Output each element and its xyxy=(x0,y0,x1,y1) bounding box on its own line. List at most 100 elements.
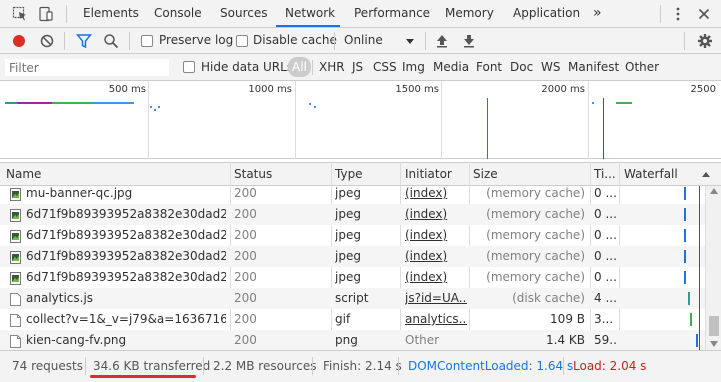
waterfall-load-line xyxy=(699,225,700,246)
tab-network[interactable]: Network xyxy=(285,0,335,27)
filter-type-js[interactable]: JS xyxy=(352,60,363,74)
column-header-initiator[interactable]: Initiator xyxy=(405,163,452,186)
request-status: 200 xyxy=(234,228,257,242)
overview-tick: 1500 ms xyxy=(395,84,439,95)
request-size: (memory cache) xyxy=(486,207,585,221)
request-status: 200 xyxy=(234,291,257,305)
disable-cache-label[interactable]: Disable cache xyxy=(253,33,337,47)
image-file-icon xyxy=(10,250,21,264)
close-icon[interactable] xyxy=(696,6,712,22)
clear-icon[interactable] xyxy=(39,33,55,49)
scroll-up-icon[interactable] xyxy=(710,188,718,194)
column-header-name[interactable]: Name xyxy=(6,163,41,186)
waterfall-load-line xyxy=(699,246,700,267)
filter-type-img[interactable]: Img xyxy=(402,60,425,74)
filter-type-css[interactable]: CSS xyxy=(373,60,397,74)
filter-type-doc[interactable]: Doc xyxy=(510,60,533,74)
status-divider xyxy=(85,357,86,375)
hide-data-urls-checkbox[interactable] xyxy=(183,61,195,73)
overview-bar xyxy=(592,102,594,104)
request-initiator: Other xyxy=(405,333,440,347)
sort-ascending-icon[interactable] xyxy=(701,170,711,180)
request-row[interactable]: 6d71f9b89393952a8382e30dad26c... 200 jpeg (… xyxy=(0,246,705,267)
resources-size: 2.2 MB resources xyxy=(213,359,317,373)
column-header-time[interactable]: Ti... xyxy=(594,163,616,186)
filter-type-media[interactable]: Media xyxy=(433,60,469,74)
disable-cache-checkbox[interactable] xyxy=(236,35,248,47)
filter-type-ws[interactable]: WS xyxy=(541,60,560,74)
record-icon[interactable] xyxy=(11,33,27,49)
filter-type-font[interactable]: Font xyxy=(476,60,502,74)
request-row[interactable]: 6d71f9b89393952a8382e30dad26c... 200 jpeg (… xyxy=(0,267,705,288)
tab-application[interactable]: Application xyxy=(513,0,580,27)
request-status: 200 xyxy=(234,312,257,326)
request-row[interactable]: kien-cang-fv.png 200 png Other 1.4 KB 59... xyxy=(0,330,705,350)
scrollbar-thumb[interactable] xyxy=(709,316,719,336)
filter-icon[interactable] xyxy=(76,33,92,49)
request-name: kien-cang-fv.png xyxy=(26,333,127,347)
filter-type-xhr[interactable]: XHR xyxy=(319,60,345,74)
hide-data-urls-label[interactable]: Hide data URLs xyxy=(201,60,293,74)
toolbar-divider xyxy=(64,32,65,50)
request-initiator[interactable]: (index) xyxy=(405,267,467,288)
request-initiator[interactable]: (index) xyxy=(405,246,467,267)
import-har-icon[interactable] xyxy=(434,33,450,49)
filter-bar: Hide data URLs All XHR JS CSS Img Media … xyxy=(0,54,721,81)
more-tabs-button[interactable]: » xyxy=(593,0,602,27)
gear-icon[interactable] xyxy=(697,33,713,49)
throttling-select[interactable]: Online xyxy=(344,33,383,47)
request-name: collect?v=1&_v=j79&a=163671698... xyxy=(26,312,226,326)
load-time: Load: 2.04 s xyxy=(573,359,647,373)
column-header-type[interactable]: Type xyxy=(335,163,363,186)
request-time: 0 ... xyxy=(594,249,617,263)
filter-type-other[interactable]: Other xyxy=(625,60,659,74)
waterfall-bar xyxy=(684,208,686,221)
export-har-icon[interactable] xyxy=(461,33,477,49)
request-row[interactable]: mu-banner-qc.jpg 200 jpeg (index) (memory ca… xyxy=(0,186,705,204)
request-time: 3... xyxy=(594,312,614,326)
request-table-header: Name Status Type Initiator Size Ti... Wa… xyxy=(0,162,721,186)
request-row[interactable]: 6d71f9b89393952a8382e30dad26c... 200 jpeg (… xyxy=(0,225,705,246)
request-name: 6d71f9b89393952a8382e30dad26c... xyxy=(26,228,226,242)
chevron-down-icon[interactable] xyxy=(402,33,418,49)
timeline-overview[interactable]: 500 ms 1000 ms 1500 ms 2000 ms 2500 xyxy=(0,81,721,159)
waterfall-bar xyxy=(684,250,686,263)
waterfall-load-line xyxy=(699,204,700,225)
inspect-element-icon[interactable] xyxy=(12,6,28,22)
overview-tick: 2500 xyxy=(690,84,716,95)
request-initiator[interactable]: (index) xyxy=(405,225,467,246)
request-row[interactable]: 6d71f9b89393952a8382e30dad26c... 200 jpeg (… xyxy=(0,204,705,225)
column-header-status[interactable]: Status xyxy=(234,163,272,186)
request-row[interactable]: analytics.js 200 script js?id=UA... (disk ca… xyxy=(0,288,705,309)
filter-divider xyxy=(312,60,313,75)
image-file-icon xyxy=(10,187,21,201)
column-header-size[interactable]: Size xyxy=(473,163,498,186)
filter-type-all[interactable]: All xyxy=(288,57,311,77)
overview-gridline xyxy=(148,81,149,159)
filter-type-manifest[interactable]: Manifest xyxy=(568,60,619,74)
tab-sources[interactable]: Sources xyxy=(220,0,267,27)
overview-tick: 2000 ms xyxy=(541,84,585,95)
column-header-waterfall[interactable]: Waterfall xyxy=(624,163,678,186)
dom-content-loaded-marker xyxy=(487,98,488,159)
search-icon[interactable] xyxy=(103,33,119,49)
kebab-menu-icon[interactable] xyxy=(670,6,686,22)
preserve-log-checkbox[interactable] xyxy=(141,35,153,47)
request-row[interactable]: collect?v=1&_v=j79&a=163671698... 200 gif a… xyxy=(0,309,705,330)
filter-input[interactable] xyxy=(4,58,170,77)
tab-console[interactable]: Console xyxy=(154,0,202,27)
device-toolbar-icon[interactable] xyxy=(38,6,54,22)
request-initiator[interactable]: analytics.... xyxy=(405,309,467,330)
tab-elements[interactable]: Elements xyxy=(83,0,139,27)
request-list-scrollbar[interactable] xyxy=(705,186,721,350)
tab-performance[interactable]: Performance xyxy=(354,0,430,27)
request-name: 6d71f9b89393952a8382e30dad26c... xyxy=(26,270,226,284)
overview-tick: 1000 ms xyxy=(248,84,292,95)
request-initiator[interactable]: js?id=UA... xyxy=(405,288,467,309)
request-initiator[interactable]: (index) xyxy=(405,204,467,225)
preserve-log-label[interactable]: Preserve log xyxy=(159,33,233,47)
scroll-down-icon[interactable] xyxy=(710,341,718,347)
tab-memory[interactable]: Memory xyxy=(445,0,494,27)
toolbar-divider xyxy=(334,32,335,50)
request-initiator[interactable]: (index) xyxy=(405,186,467,204)
